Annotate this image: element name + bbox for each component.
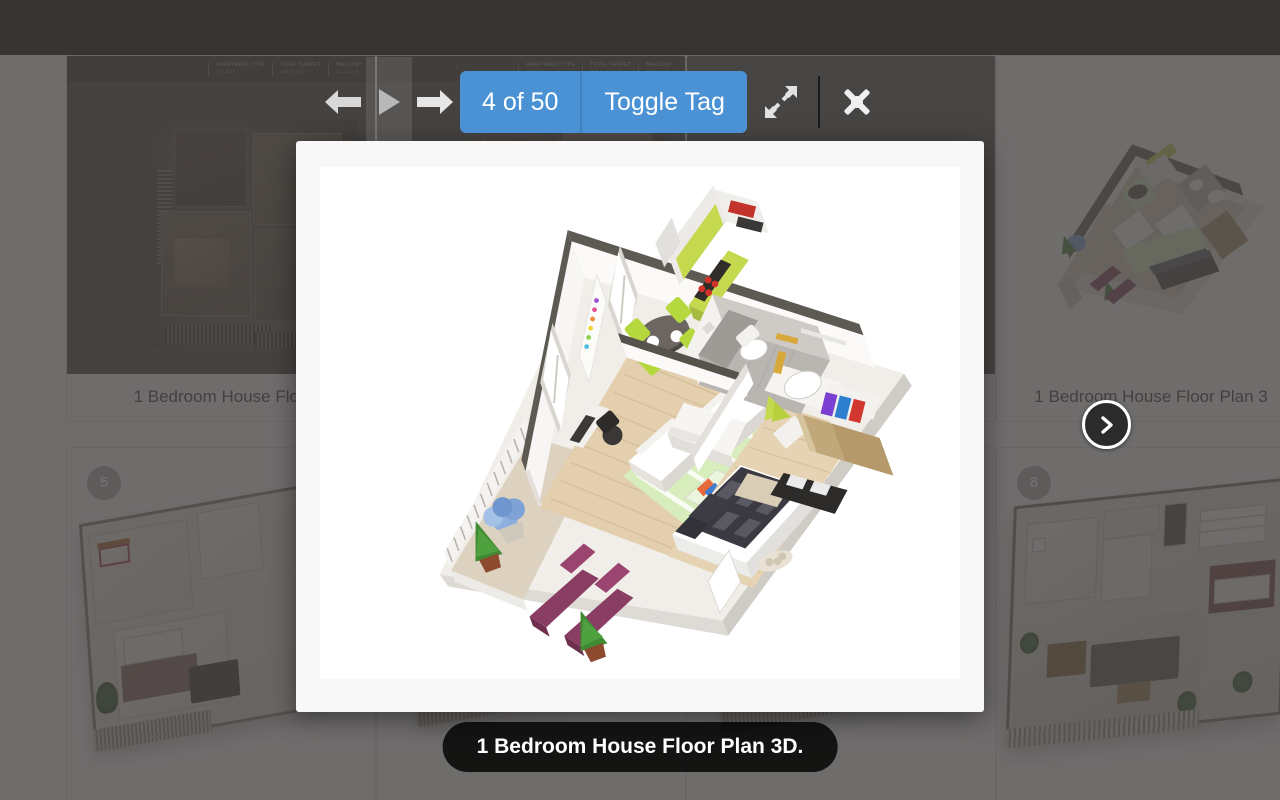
expand-icon bbox=[765, 86, 797, 118]
chevron-right-icon bbox=[1100, 415, 1113, 434]
play-icon bbox=[379, 89, 400, 115]
close-button[interactable] bbox=[834, 57, 880, 147]
lightbox-modal bbox=[296, 141, 984, 712]
close-icon bbox=[844, 89, 870, 115]
arrow-left-icon bbox=[325, 90, 361, 114]
toolbar-divider bbox=[818, 76, 820, 128]
page-root: APARTMENT TYPE STUDIO TOTAL CARPET 378.5… bbox=[0, 0, 1280, 800]
lightbox-image[interactable] bbox=[320, 167, 960, 679]
prev-arrow-button[interactable] bbox=[320, 57, 366, 147]
play-button[interactable] bbox=[366, 57, 412, 147]
gallery-next-button[interactable] bbox=[1082, 400, 1131, 449]
floorplan-3d-illustration bbox=[320, 167, 960, 679]
toolbar-right-group bbox=[758, 57, 880, 147]
expand-button[interactable] bbox=[758, 57, 804, 147]
lightbox-caption: 1 Bedroom House Floor Plan 3D. bbox=[442, 722, 838, 772]
toolbar-left-group: 4 of 50 Toggle Tag bbox=[320, 57, 747, 147]
next-arrow-button[interactable] bbox=[412, 57, 458, 147]
arrow-right-icon bbox=[417, 90, 453, 114]
image-counter-button[interactable]: 4 of 50 bbox=[460, 71, 581, 133]
lightbox-toolbar: 4 of 50 Toggle Tag bbox=[320, 57, 880, 147]
toggle-tag-button[interactable]: Toggle Tag bbox=[580, 71, 747, 133]
